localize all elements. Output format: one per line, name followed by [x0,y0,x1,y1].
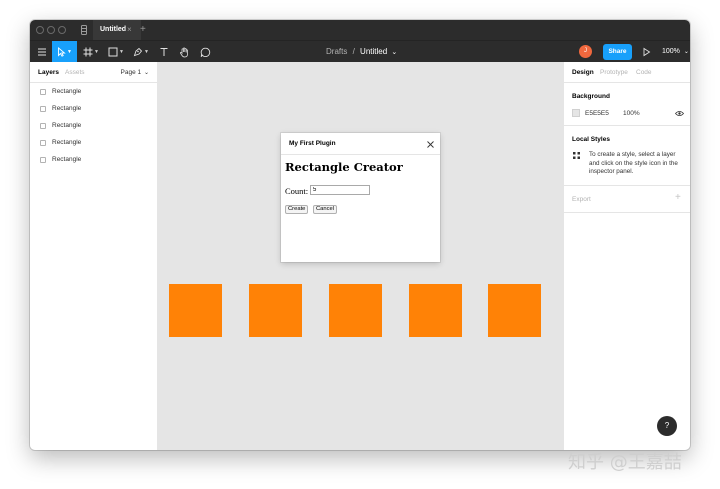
layer-item[interactable]: Rectangle [30,134,158,151]
chevron-down-icon[interactable]: ⌄ [391,49,397,56]
canvas-rectangle[interactable] [329,284,382,337]
layer-name: Rectangle [52,88,82,95]
breadcrumb-file-name[interactable]: Untitled [360,47,387,56]
chevron-down-icon: ▼ [94,49,99,55]
count-input[interactable] [310,185,370,195]
page-name: Page 1 [120,69,142,76]
move-icon [58,47,66,57]
local-styles-title: Local Styles [572,136,610,143]
new-tab-icon[interactable]: + [140,20,146,40]
design-panel: Design Prototype Code Background E5E5E5 … [563,62,690,450]
main-menu-button[interactable] [33,41,51,63]
local-styles-description: To create a style, select a layer and cl… [589,151,678,175]
plugin-window: My First Plugin Rectangle Creator Count:… [281,133,440,262]
rectangle-icon [108,47,118,57]
local-styles-section: Local Styles To create a style, select a… [564,126,690,186]
file-tab-title: Untitled [100,26,127,33]
move-tool-button[interactable]: ▼ [52,41,77,63]
rectangle-layer-icon [40,156,46,163]
figma-file-icon[interactable] [78,24,90,36]
shape-tool-button[interactable]: ▼ [105,41,127,63]
export-section: Export + [564,186,690,213]
style-grid-icon [573,152,580,159]
create-button[interactable]: Create [285,205,309,214]
minimize-window-button[interactable] [47,26,55,34]
plugin-heading: Rectangle Creator [285,160,403,174]
menu-icon [38,48,46,56]
share-button[interactable]: Share [603,44,632,60]
toolbar: ▼ ▼ ▼ ▼ Drafts / Untitled ⌄ J Share 100%… [30,40,690,63]
export-title: Export [572,196,591,203]
layer-name: Rectangle [52,156,82,163]
frame-tool-button[interactable]: ▼ [80,41,102,63]
add-export-icon[interactable]: + [675,192,681,203]
chevron-down-icon: ▼ [144,49,149,55]
background-hex-value[interactable]: E5E5E5 [585,110,609,117]
text-tool-button[interactable] [156,41,172,63]
cancel-button[interactable]: Cancel [313,205,338,214]
tab-design[interactable]: Design [572,62,594,83]
background-color-swatch[interactable] [572,109,580,117]
tab-layers[interactable]: Layers [38,62,59,83]
rectangle-layer-icon [40,88,46,95]
file-tab[interactable]: Untitled [93,20,141,40]
chevron-down-icon: ⌄ [683,49,689,55]
user-avatar[interactable]: J [579,45,592,58]
breadcrumb-drafts[interactable]: Drafts [326,47,347,56]
frame-icon [83,47,93,57]
hand-icon [179,46,188,57]
page-selector[interactable]: Page 1 ⌄ [121,62,149,84]
comment-icon [200,47,210,57]
design-panel-header: Design Prototype Code [564,62,690,83]
tab-prototype[interactable]: Prototype [600,62,628,83]
layer-name: Rectangle [52,139,82,146]
count-label: Count: [285,186,309,196]
plugin-title: My First Plugin [289,140,336,147]
rectangle-layer-icon [40,139,46,146]
rectangle-layer-icon [40,122,46,129]
rectangle-layer-icon [40,105,46,112]
tab-assets[interactable]: Assets [65,62,85,83]
chevron-down-icon: ⌄ [143,70,149,76]
layers-panel-header: Layers Assets Page 1 ⌄ [30,62,157,83]
layer-name: Rectangle [52,122,82,129]
breadcrumb: Drafts / Untitled ⌄ [326,41,397,63]
plugin-header: My First Plugin [281,133,440,155]
layers-panel: Layers Assets Page 1 ⌄ Rectangle Rectang… [30,62,158,450]
layer-item[interactable]: Rectangle [30,83,158,100]
layer-name: Rectangle [52,105,82,112]
tab-code[interactable]: Code [636,62,652,83]
chevron-down-icon: ▼ [67,49,72,55]
zoom-dropdown[interactable]: 100% ⌄ [662,41,689,63]
layer-item[interactable]: Rectangle [30,100,158,117]
background-opacity[interactable]: 100% [623,110,640,117]
help-button[interactable]: ? [657,416,677,436]
watermark: 知乎 @王嘉喆 [568,452,682,473]
title-bar: Untitled × + [30,20,690,40]
canvas-rectangle[interactable] [249,284,302,337]
close-window-button[interactable] [36,26,44,34]
text-icon [160,48,168,56]
comment-tool-button[interactable] [197,41,213,63]
chevron-down-icon: ▼ [119,49,124,55]
background-title: Background [572,93,610,100]
canvas-rectangle[interactable] [488,284,541,337]
close-icon[interactable] [427,141,434,148]
canvas-rectangle[interactable] [169,284,222,337]
present-play-icon[interactable] [642,47,651,57]
background-section: Background E5E5E5 100% [564,83,690,126]
tab-close-icon[interactable]: × [127,20,132,40]
breadcrumb-separator: / [352,47,355,56]
layer-item[interactable]: Rectangle [30,151,158,168]
pen-tool-button[interactable]: ▼ [130,41,152,63]
layer-item[interactable]: Rectangle [30,117,158,134]
zoom-level: 100% [662,48,680,55]
pen-icon [133,47,143,57]
maximize-window-button[interactable] [58,26,66,34]
canvas-rectangle[interactable] [409,284,462,337]
eye-icon[interactable] [675,110,684,117]
hand-tool-button[interactable] [176,41,192,63]
